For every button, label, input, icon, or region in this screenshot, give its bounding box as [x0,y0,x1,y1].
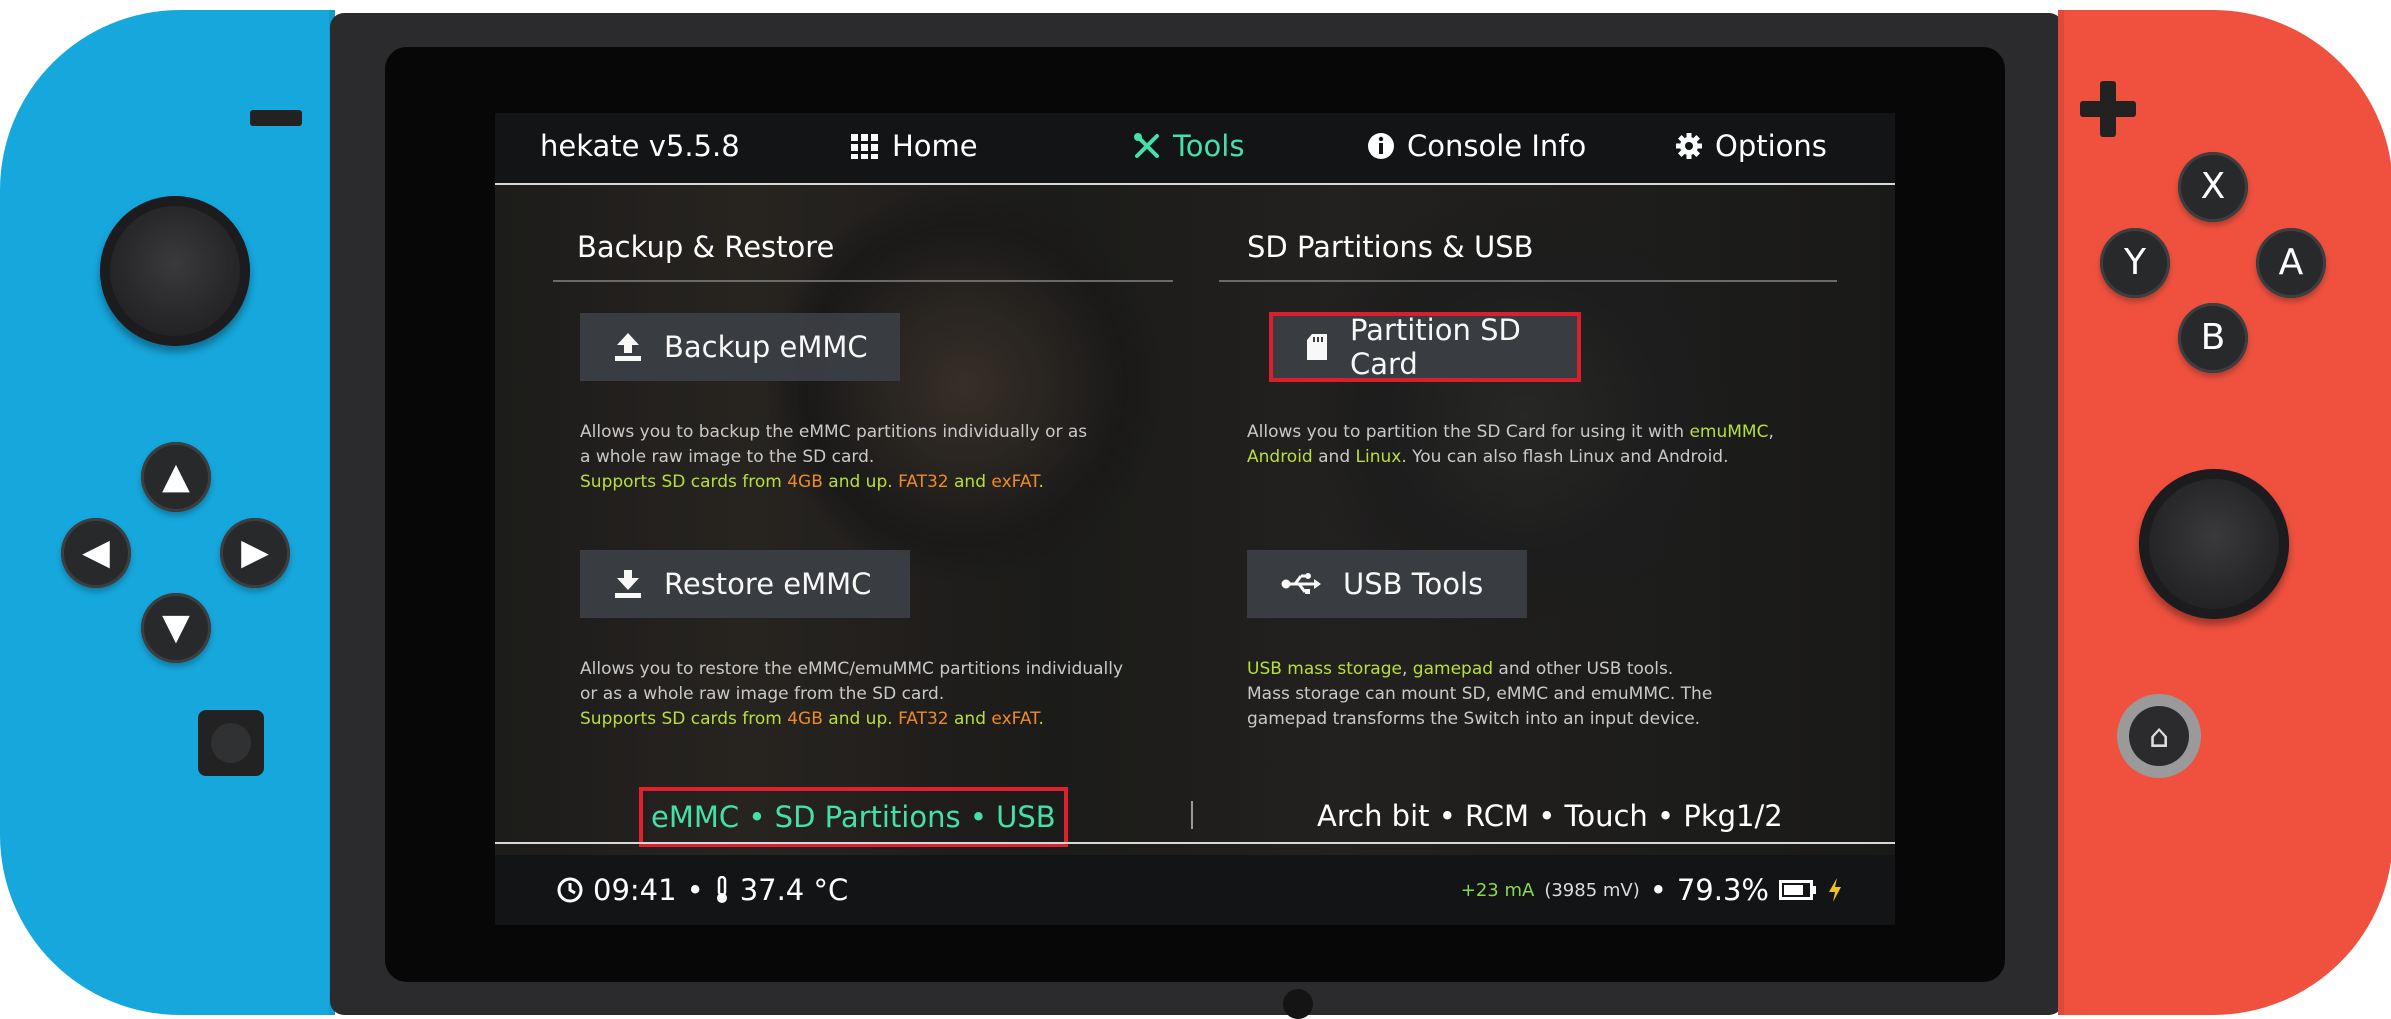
section-rule-left [553,280,1173,282]
y-button[interactable]: Y [2100,228,2170,298]
usb-desc-line1: USB mass storage, gamepad and other USB … [1247,659,1674,679]
tab-options-label: Options [1715,129,1827,163]
tab-arch-rcm-touch[interactable]: Arch bit • RCM • Touch • Pkg1/2 [1317,799,1783,833]
status-right: +23 mA (3985 mV) • 79.3% [1461,873,1843,907]
download-icon [614,569,642,599]
section-title-sd: SD Partitions & USB [1247,230,1534,264]
top-navigation: hekate v5.5.8 Home Tools Console Info Op… [495,113,1895,185]
status-temperature: 37.4 °C [739,873,849,907]
home-button[interactable]: ⌂ [2117,694,2201,778]
home-icon: ⌂ [2129,706,2189,766]
dpad-right-button[interactable]: ▶ [220,518,290,588]
restore-emmc-button[interactable]: Restore eMMC [580,550,910,618]
usb-tools-label: USB Tools [1343,567,1484,601]
capture-button[interactable] [198,710,264,776]
status-current: +23 mA [1460,879,1535,901]
camera-dot [1283,989,1313,1019]
backup-description: Allows you to backup the eMMC partitions… [580,420,1220,495]
status-dot: • [686,873,704,907]
bottom-divider [495,842,1895,844]
dpad-down-button[interactable]: ▼ [141,593,211,663]
clock-icon [557,877,583,903]
tab-home[interactable]: Home [850,129,978,163]
status-bar: 09:41 • 37.4 °C +23 mA (3985 mV) • 79.3% [495,855,1895,925]
restore-emmc-label: Restore eMMC [664,567,872,601]
backup-emmc-label: Backup eMMC [664,330,868,364]
backup-desc-line2: a whole raw image to the SD card. [580,447,875,467]
backup-emmc-button[interactable]: Backup eMMC [580,313,900,381]
backup-supports-line: Supports SD cards from 4GB and up. FAT32… [580,472,1044,492]
b-button[interactable]: B [2178,303,2248,373]
hekate-screen: hekate v5.5.8 Home Tools Console Info Op… [495,113,1895,925]
minus-button[interactable] [250,110,302,126]
tab-tools-label: Tools [1173,129,1245,163]
background-image [495,185,1895,855]
bolt-icon [1827,877,1843,903]
usb-icon [1281,572,1321,596]
status-voltage: (3985 mV) [1544,879,1640,901]
tab-options[interactable]: Options [1675,129,1827,163]
thermometer-icon [714,876,730,904]
tab-console-info-label: Console Info [1407,129,1587,163]
app-title: hekate v5.5.8 [540,129,740,163]
tab-separator [1191,801,1193,829]
tab-console-info[interactable]: Console Info [1367,129,1586,163]
status-dot-right: • [1649,873,1667,907]
upload-icon [614,332,642,362]
plus-button-vertical [2100,81,2116,137]
status-time: 09:41 [593,873,677,907]
restore-supports-line: Supports SD cards from 4GB and up. FAT32… [580,709,1044,729]
left-stick[interactable] [100,196,250,346]
section-title-backup: Backup & Restore [577,230,835,264]
grid-icon [850,131,880,161]
status-battery-percent: 79.3% [1676,873,1769,907]
partition-desc-line1: Allows you to partition the SD Card for … [1247,422,1774,442]
battery-icon [1779,879,1817,901]
top-divider [495,183,1895,185]
partition-description: Allows you to partition the SD Card for … [1247,420,1887,470]
right-stick[interactable] [2139,469,2289,619]
a-button[interactable]: A [2256,228,2326,298]
tab-home-label: Home [892,129,978,163]
restore-description: Allows you to restore the eMMC/emuMMC pa… [580,657,1220,732]
status-left: 09:41 • 37.4 °C [557,873,848,907]
usb-desc-line3: gamepad transforms the Switch into an in… [1247,709,1701,729]
backup-desc-line1: Allows you to backup the eMMC partitions… [580,422,1088,442]
x-button[interactable]: X [2178,152,2248,222]
dpad-up-button[interactable]: ▲ [141,442,211,512]
sd-card-icon [1306,333,1328,361]
partition-desc-line2: Android and Linux. You can also flash Li… [1247,447,1729,467]
left-joycon: ▲ ◀ ▶ ▼ [0,10,335,1015]
restore-desc-line2: or as a whole raw image from the SD card… [580,684,945,704]
gear-icon [1675,132,1703,160]
bottom-tab-bar: eMMC • SD Partitions • USB Arch bit • RC… [495,783,1895,855]
partition-sd-card-label: Partition SD Card [1350,313,1521,381]
partition-sd-card-button[interactable]: Partition SD Card [1269,312,1581,382]
info-icon [1367,132,1395,160]
app-title-label: hekate v5.5.8 [540,129,740,163]
usb-tools-button[interactable]: USB Tools [1247,550,1527,618]
section-rule-right [1219,280,1837,282]
dpad-left-button[interactable]: ◀ [61,518,131,588]
tools-icon [1133,132,1161,160]
usb-desc-line2: Mass storage can mount SD, eMMC and emuM… [1247,684,1713,704]
tab-tools[interactable]: Tools [1133,129,1244,163]
tab-emmc-sd-usb[interactable]: eMMC • SD Partitions • USB [639,787,1068,847]
restore-desc-line1: Allows you to restore the eMMC/emuMMC pa… [580,659,1124,679]
usb-description: USB mass storage, gamepad and other USB … [1247,657,1887,732]
